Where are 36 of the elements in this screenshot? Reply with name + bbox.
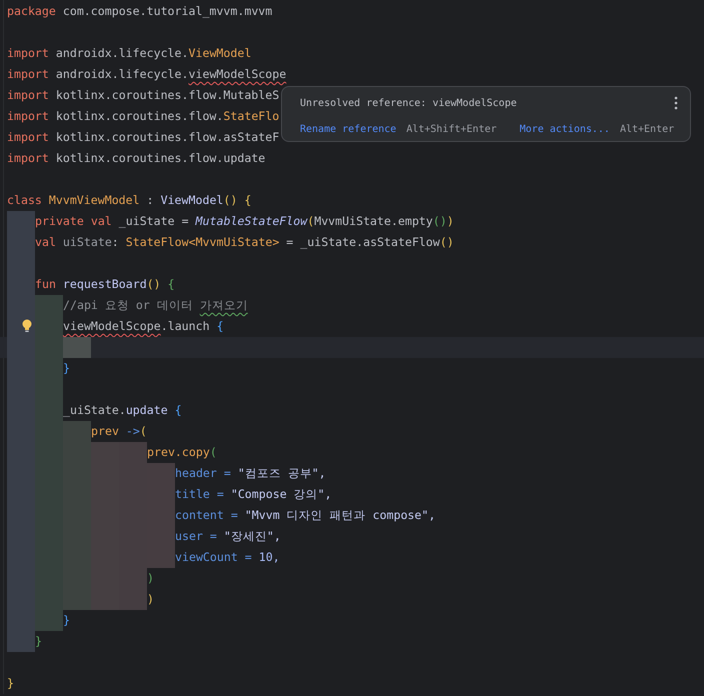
code-line: val uiState: StateFlow<MvvmUiState> = _uiState.asStateFlow() xyxy=(35,234,454,251)
code-line: prev.copy( xyxy=(147,444,217,461)
code-line: } xyxy=(35,633,42,650)
action-link[interactable]: More actions... xyxy=(520,124,610,135)
code-line: viewCount = 10, xyxy=(175,549,280,566)
code-line: import kotlinx.coroutines.flow.asStateF xyxy=(7,129,280,146)
action-link[interactable]: Rename reference xyxy=(300,124,396,135)
code-line: import kotlinx.coroutines.flow.StateFlo xyxy=(7,108,280,125)
code-line: viewModelScope.launch { xyxy=(63,318,224,335)
code-line: //api 요청 or 데이터 가져오기 xyxy=(63,297,248,314)
code-line: user = "장세진", xyxy=(175,528,281,545)
code-line: ) xyxy=(147,591,154,608)
lightbulb-icon[interactable] xyxy=(22,319,32,333)
code-line: import kotlinx.coroutines.flow.update xyxy=(7,150,266,167)
code-line: } xyxy=(63,360,70,377)
code-line: import kotlinx.coroutines.flow.MutableS xyxy=(7,87,280,104)
code-line: } xyxy=(63,612,70,629)
code-line: private val _uiState = MutableStateFlow(MvvmUiState.empty()) xyxy=(35,213,454,230)
code-line: header = "컴포즈 공부", xyxy=(175,465,326,482)
code-line: package com.compose.tutorial_mvvm.mvvm xyxy=(7,3,272,20)
indent-guide xyxy=(7,211,35,232)
code-line: import androidx.lifecycle.ViewModel xyxy=(7,45,252,62)
shortcut-label: Alt+Enter xyxy=(620,124,674,135)
code-line: import androidx.lifecycle.viewModelScope xyxy=(7,66,286,83)
error-message: Unresolved reference: viewModelScope xyxy=(300,98,517,108)
code-line: ) xyxy=(147,570,154,587)
code-line: content = "Mvvm 디자인 패턴과 compose", xyxy=(175,507,436,524)
code-line: } xyxy=(7,675,14,692)
shortcut-label: Alt+Shift+Enter xyxy=(406,124,497,135)
code-line: class MvvmViewModel : ViewModel() { xyxy=(7,192,252,209)
more-options-icon[interactable] xyxy=(674,96,678,110)
indent-guide xyxy=(7,379,63,400)
code-line: fun requestBoard() { xyxy=(35,276,175,293)
code-line: prev ->( xyxy=(91,423,147,440)
code-line: _uiState.update { xyxy=(63,402,182,419)
code-line: title = "Compose 강의", xyxy=(175,486,332,503)
